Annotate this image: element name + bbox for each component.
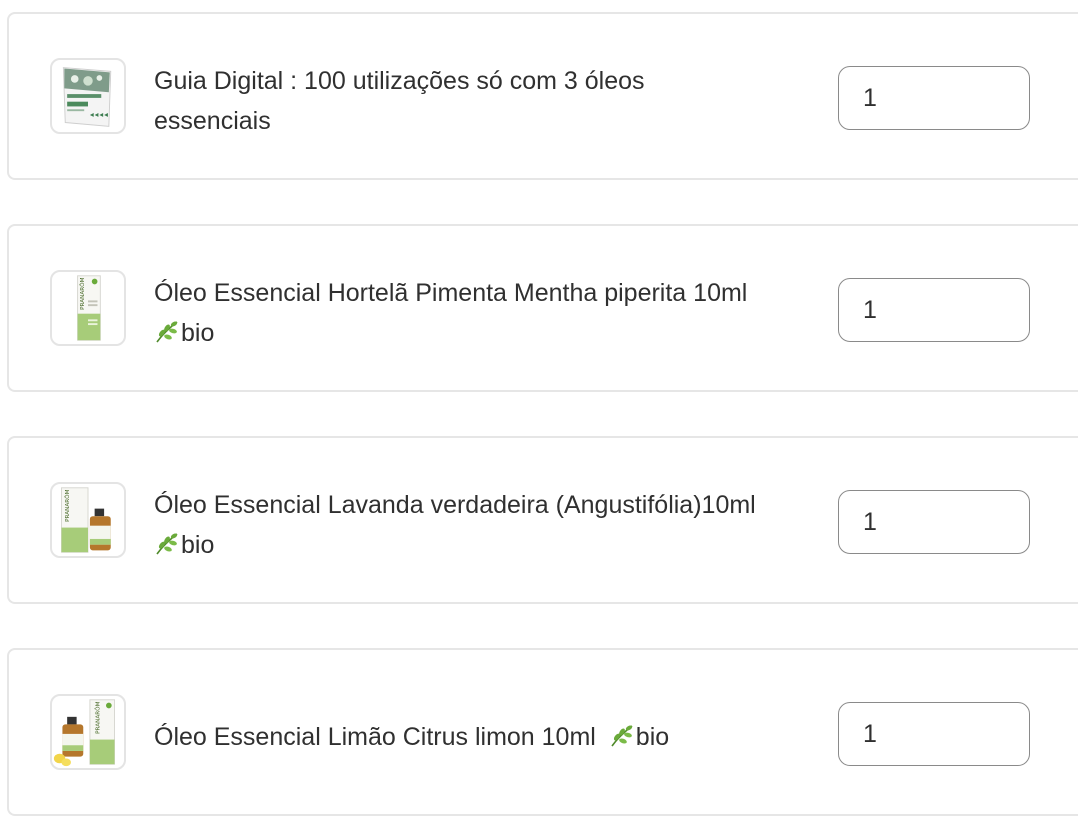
cart-item: PRANARÔM Óleo Essencial Limão Citrus lim… [7, 648, 1078, 816]
herb-leaf-icon [156, 533, 178, 555]
pranarom-box-bottle-icon: PRANARÔM [60, 487, 111, 553]
quantity-input[interactable] [838, 66, 1030, 130]
product-title[interactable]: Guia Digital : 100 utilizações só com 3 … [154, 61, 824, 141]
product-thumbnail[interactable]: PRANARÔM [50, 482, 126, 558]
cart-item: PRANARÔM Óleo Essencial Hortelã Pimenta … [7, 224, 1078, 392]
product-title-line: Guia Digital : 100 utilizações só com 3 … [154, 67, 645, 95]
pranarom-box-icon: PRANARÔM [77, 275, 101, 341]
svg-text:PRANARÔM: PRANARÔM [94, 701, 101, 734]
product-title[interactable]: Óleo Essencial Lavanda verdadeira (Angus… [154, 485, 824, 565]
cart-item: PRANARÔM Óleo Essencial Lavanda verdadei… [7, 436, 1078, 604]
quantity-input[interactable] [838, 702, 1030, 766]
ebook-cover-icon [62, 67, 112, 127]
herb-leaf-icon [611, 725, 633, 747]
quantity-input[interactable] [838, 278, 1030, 342]
product-title[interactable]: Óleo Essencial Hortelã Pimenta Mentha pi… [154, 273, 824, 353]
organic-label: bio [181, 531, 215, 559]
product-title-line: Óleo Essencial Limão Citrus limon 10ml [154, 723, 596, 751]
product-thumbnail[interactable]: PRANARÔM [50, 270, 126, 346]
organic-label: bio [635, 723, 670, 751]
product-title-line: Óleo Essencial Hortelã Pimenta Mentha pi… [154, 279, 748, 307]
product-title-line: Óleo Essencial Lavanda verdadeira (Angus… [154, 491, 756, 519]
herb-leaf-icon [156, 321, 178, 343]
cart-item-list: Guia Digital : 100 utilizações só com 3 … [0, 0, 1078, 822]
cart-item: Guia Digital : 100 utilizações só com 3 … [7, 12, 1078, 180]
product-thumbnail[interactable] [50, 58, 126, 134]
product-thumbnail[interactable]: PRANARÔM [50, 694, 126, 770]
organic-label: bio [181, 319, 215, 347]
svg-text:PRANARÔM: PRANARÔM [64, 489, 71, 522]
product-title[interactable]: Óleo Essencial Limão Citrus limon 10ml b… [154, 717, 824, 757]
product-title-line: essenciais [154, 107, 271, 135]
quantity-input[interactable] [838, 490, 1030, 554]
pranarom-bottle-lemon-icon: PRANARÔM [53, 699, 115, 767]
svg-text:PRANARÔM: PRANARÔM [79, 277, 86, 310]
